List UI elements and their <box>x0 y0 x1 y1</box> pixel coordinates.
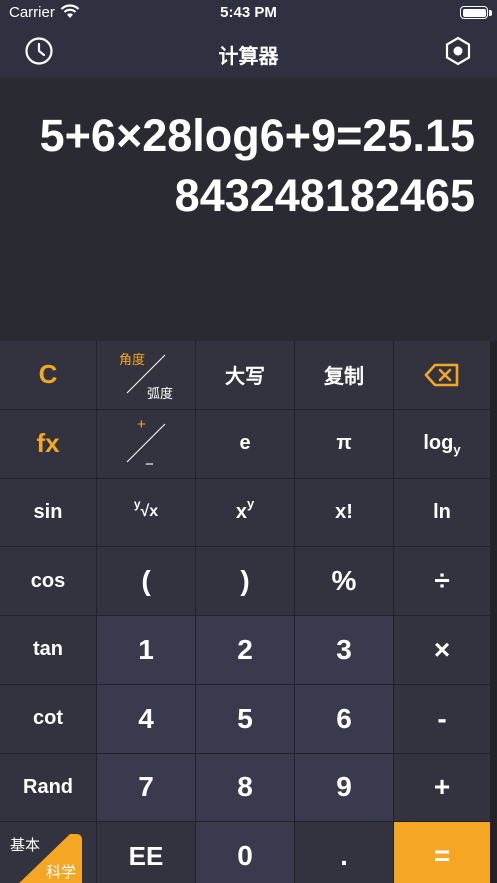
pi-label: π <box>336 432 352 455</box>
expression-text: 5+6×28log6+9=25.15843248182465 <box>39 110 475 221</box>
battery-icon <box>460 6 488 19</box>
copy-label: 复制 <box>324 366 364 389</box>
cos-button[interactable]: cos <box>0 547 96 615</box>
digit-7-button[interactable]: 7 <box>97 753 195 822</box>
yroot-sup-label: y <box>133 497 141 512</box>
result-display: 5+6×28log6+9=25.15843248182465 <box>0 78 497 341</box>
digit-9-label: 9 <box>336 771 352 803</box>
digit-2-label: 2 <box>237 633 253 665</box>
decimal-button[interactable]: . <box>295 822 393 883</box>
digit-3-button[interactable]: 3 <box>295 616 393 684</box>
log-label: log <box>423 432 454 455</box>
keypad: C 角度 弧度 大写 复制 fx + − e π log y sin y √x xy… <box>0 341 497 883</box>
close-paren-label: ) <box>240 565 250 597</box>
digit-1-label: 1 <box>138 633 154 665</box>
multiply-button[interactable]: × <box>394 616 490 684</box>
uppercase-button[interactable]: 大写 <box>196 341 294 409</box>
sin-label: sin <box>33 500 63 523</box>
digit-7-label: 7 <box>138 771 154 803</box>
sin-button[interactable]: sin <box>0 478 96 547</box>
clear-label: C <box>38 359 58 390</box>
clock-time: 5:43 PM <box>220 4 277 21</box>
digit-2-button[interactable]: 2 <box>196 616 294 684</box>
radian-label: 弧度 <box>147 386 174 401</box>
sign-toggle-button[interactable]: + − <box>97 409 195 478</box>
open-paren-button[interactable]: ( <box>97 547 195 615</box>
add-label: + <box>433 771 451 803</box>
power-button[interactable]: xy <box>196 478 294 547</box>
digit-6-label: 6 <box>336 702 352 734</box>
cot-button[interactable]: cot <box>0 684 96 753</box>
subtract-button[interactable]: - <box>394 684 490 753</box>
decimal-label: . <box>340 840 348 872</box>
uppercase-label: 大写 <box>225 366 265 389</box>
digit-5-label: 5 <box>237 702 253 734</box>
function-label: fx <box>36 428 60 459</box>
pi-button[interactable]: π <box>295 409 393 478</box>
e-label: e <box>239 432 251 455</box>
ee-button[interactable]: EE <box>97 822 195 883</box>
digit-9-button[interactable]: 9 <box>295 753 393 822</box>
top-bar: Carrier 5:43 PM 计算器 <box>0 0 497 78</box>
factorial-label: x! <box>335 500 353 523</box>
copy-button[interactable]: 复制 <box>295 341 393 409</box>
cos-label: cos <box>30 569 66 592</box>
percent-button[interactable]: % <box>295 547 393 615</box>
ln-button[interactable]: ln <box>394 478 490 547</box>
digit-3-label: 3 <box>336 633 352 665</box>
digit-4-button[interactable]: 4 <box>97 684 195 753</box>
subtract-label: - <box>437 702 447 734</box>
percent-label: % <box>331 565 357 597</box>
digit-4-label: 4 <box>138 702 154 734</box>
settings-icon[interactable] <box>443 36 473 66</box>
yroot-label: √x <box>140 503 159 521</box>
power-exp-label: y <box>246 495 255 511</box>
log-sub-label: y <box>453 442 461 458</box>
divide-button[interactable]: ÷ <box>394 547 490 615</box>
tan-label: tan <box>33 638 63 661</box>
equals-button[interactable]: = <box>394 822 490 883</box>
scientific-mode-label: 科学 <box>45 864 76 881</box>
backspace-icon <box>424 363 459 387</box>
equals-label: = <box>433 840 451 872</box>
page-title: 计算器 <box>218 46 279 68</box>
digit-1-button[interactable]: 1 <box>97 616 195 684</box>
battery-tip <box>489 10 492 16</box>
digit-6-button[interactable]: 6 <box>295 684 393 753</box>
e-button[interactable]: e <box>196 409 294 478</box>
rand-button[interactable]: Rand <box>0 753 96 822</box>
ln-label: ln <box>433 500 451 523</box>
digit-0-button[interactable]: 0 <box>196 822 294 883</box>
clear-button[interactable]: C <box>0 341 96 409</box>
divide-label: ÷ <box>434 565 450 597</box>
cot-label: cot <box>33 707 63 730</box>
power-base-label: x <box>235 500 247 523</box>
digit-8-label: 8 <box>237 771 253 803</box>
yroot-button[interactable]: y √x <box>97 478 195 547</box>
mode-toggle-button[interactable]: 基本 科学 <box>0 822 96 883</box>
multiply-label: × <box>433 633 451 665</box>
minus-label: − <box>145 455 154 473</box>
angle-toggle-button[interactable]: 角度 弧度 <box>97 341 195 409</box>
diagonal-divider <box>126 354 166 394</box>
factorial-button[interactable]: x! <box>295 478 393 547</box>
digit-0-label: 0 <box>237 840 253 872</box>
open-paren-label: ( <box>141 565 151 597</box>
add-button[interactable]: + <box>394 753 490 822</box>
function-button[interactable]: fx <box>0 409 96 478</box>
digit-5-button[interactable]: 5 <box>196 684 294 753</box>
ee-label: EE <box>128 840 164 871</box>
tan-button[interactable]: tan <box>0 616 96 684</box>
backspace-button[interactable] <box>394 341 490 409</box>
rand-label: Rand <box>23 775 73 798</box>
logy-button[interactable]: log y <box>394 409 490 478</box>
status-bar: Carrier 5:43 PM <box>0 0 497 26</box>
close-paren-button[interactable]: ) <box>196 547 294 615</box>
digit-8-button[interactable]: 8 <box>196 753 294 822</box>
